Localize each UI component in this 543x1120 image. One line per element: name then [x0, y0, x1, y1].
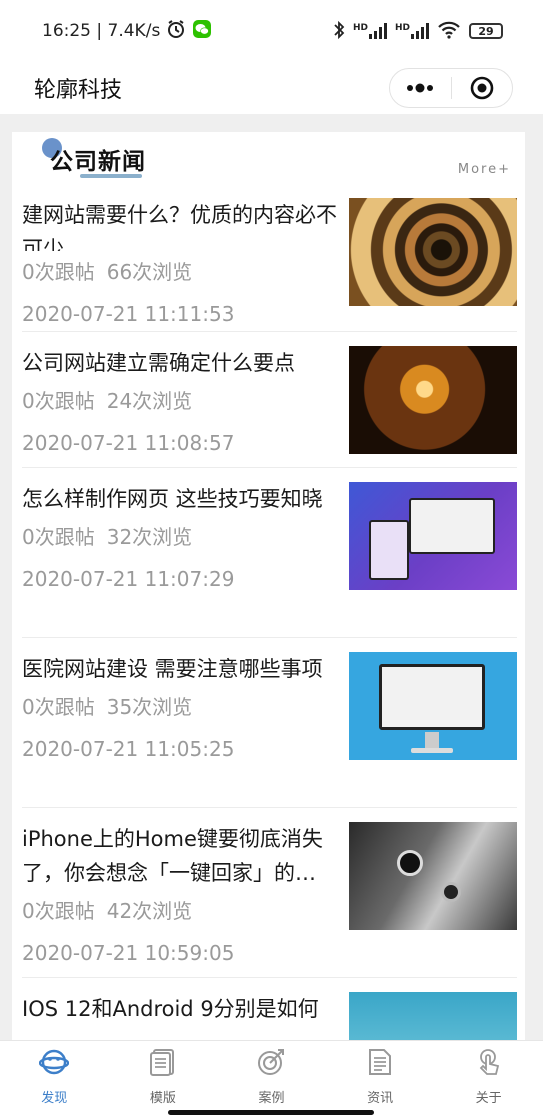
status-left: 16:25 | 7.4K/s [42, 19, 212, 44]
news-title: 医院网站建设 需要注意哪些事项 [22, 657, 323, 681]
news-meta: 0次跟帖 35次浏览 [22, 690, 348, 724]
view-count: 35次浏览 [106, 695, 193, 719]
monitor-image [349, 652, 517, 760]
news-title: iPhone上的Home键要彻底消失了，你会想念「一键回家」的… [22, 827, 323, 885]
news-text: 公司网站建立需确定什么要点 0次跟帖 24次浏览 2020-07-21 11:08… [22, 346, 348, 467]
news-text: IOS 12和Android 9分别是如何 [22, 992, 348, 1042]
template-icon [148, 1047, 178, 1077]
view-count: 66次浏览 [106, 260, 193, 284]
tab-label: 案例 [258, 1091, 285, 1106]
signal-icon-1: HD [353, 23, 387, 39]
news-list: 建网站需要什么？优质的内容必不可少 0次跟帖 66次浏览 2020-07-21 1… [12, 196, 525, 1042]
news-item[interactable]: iPhone上的Home键要彻底消失了，你会想念「一键回家」的… 0次跟帖 42次… [22, 808, 517, 978]
more-menu-button[interactable] [390, 69, 451, 107]
news-text: 医院网站建设 需要注意哪些事项 0次跟帖 35次浏览 2020-07-21 11:… [22, 652, 348, 807]
battery-indicator: 29 [469, 23, 503, 39]
news-item[interactable]: IOS 12和Android 9分别是如何 [22, 978, 517, 1042]
view-count: 24次浏览 [106, 389, 193, 413]
tab-label: 模版 [149, 1091, 176, 1106]
news-item[interactable]: 怎么样制作网页 这些技巧要知晓 0次跟帖 32次浏览 2020-07-21 11:… [22, 468, 517, 638]
document-icon [365, 1047, 395, 1077]
wifi-icon [437, 21, 461, 42]
news-title: 建网站需要什么？优质的内容必不可少 [22, 203, 337, 251]
news-item[interactable]: 公司网站建立需确定什么要点 0次跟帖 24次浏览 2020-07-21 11:08… [22, 332, 517, 468]
status-right: HD HD 29 [333, 20, 503, 43]
news-date: 2020-07-21 11:05:25 [22, 737, 235, 761]
news-date: 2020-07-21 11:08:57 [22, 431, 235, 455]
home-indicator[interactable] [168, 1110, 374, 1115]
tab-bar: 发现 模版 案例 资讯 关于 [0, 1040, 543, 1120]
news-meta: 0次跟帖 24次浏览 [22, 384, 348, 418]
news-title: 公司网站建立需确定什么要点 [22, 351, 295, 375]
section-header: 公司新闻 More+ [12, 132, 525, 196]
view-count: 42次浏览 [106, 899, 193, 923]
reply-count: 0次跟帖 [22, 695, 95, 719]
planet-icon [39, 1047, 70, 1077]
tab-label: 资讯 [367, 1091, 394, 1106]
news-meta: 0次跟帖 66次浏览 [22, 255, 348, 289]
view-count: 32次浏览 [106, 525, 193, 549]
news-text: iPhone上的Home键要彻底消失了，你会想念「一键回家」的… 0次跟帖 42次… [22, 822, 348, 977]
news-date: 2020-07-21 10:59:05 [22, 941, 235, 965]
news-card: 公司新闻 More+ 建网站需要什么？优质的内容必不可少 0次跟帖 66次浏览 2… [12, 132, 525, 1042]
news-date: 2020-07-21 11:11:53 [22, 302, 235, 326]
target-icon [256, 1047, 286, 1077]
website-mockup-image [349, 482, 517, 590]
dartboard-image [349, 346, 517, 454]
close-mini-program-button[interactable] [452, 69, 513, 107]
signal-icon-2: HD [395, 23, 429, 39]
section-title: 公司新闻 [50, 149, 146, 175]
mini-program-capsule [389, 68, 513, 108]
news-text: 怎么样制作网页 这些技巧要知晓 0次跟帖 32次浏览 2020-07-21 11:… [22, 482, 348, 637]
hd-label: HD [352, 23, 368, 33]
news-meta: 0次跟帖 32次浏览 [22, 520, 348, 554]
reply-count: 0次跟帖 [22, 260, 95, 284]
tab-discover[interactable]: 发现 [14, 1047, 94, 1120]
reply-count: 0次跟帖 [22, 525, 95, 549]
reply-count: 0次跟帖 [22, 899, 95, 923]
alarm-clock-icon [166, 19, 186, 44]
reply-count: 0次跟帖 [22, 389, 95, 413]
news-title: 怎么样制作网页 这些技巧要知晓 [22, 487, 323, 511]
target-close-icon [470, 76, 494, 100]
tab-label: 发现 [41, 1091, 68, 1106]
hd-label: HD [394, 23, 410, 33]
status-time-speed: 16:25 | 7.4K/s [42, 21, 161, 41]
bluetooth-icon [333, 20, 345, 43]
tab-about[interactable]: 关于 [449, 1047, 529, 1120]
nav-bar: 轮廓科技 [0, 62, 543, 114]
more-dots-icon [407, 83, 434, 93]
partial-image [349, 992, 517, 1042]
news-title: IOS 12和Android 9分别是如何 [22, 997, 319, 1021]
news-item[interactable]: 医院网站建设 需要注意哪些事项 0次跟帖 35次浏览 2020-07-21 11:… [22, 638, 517, 808]
touch-icon [474, 1047, 504, 1077]
wechat-icon [192, 19, 212, 44]
page-title: 轮廓科技 [34, 78, 123, 103]
status-bar: 16:25 | 7.4K/s HD HD 29 [0, 0, 543, 62]
more-link[interactable]: More+ [458, 162, 511, 177]
news-date: 2020-07-21 11:07:29 [22, 567, 235, 591]
news-item[interactable]: 建网站需要什么？优质的内容必不可少 0次跟帖 66次浏览 2020-07-21 1… [22, 196, 517, 332]
section-underline [80, 174, 142, 178]
news-text: 建网站需要什么？优质的内容必不可少 0次跟帖 66次浏览 2020-07-21 1… [22, 198, 348, 331]
bookshelf-tunnel-image [349, 198, 517, 306]
news-meta: 0次跟帖 42次浏览 [22, 894, 348, 928]
iphone-image [349, 822, 517, 930]
tab-label: 关于 [475, 1091, 502, 1106]
